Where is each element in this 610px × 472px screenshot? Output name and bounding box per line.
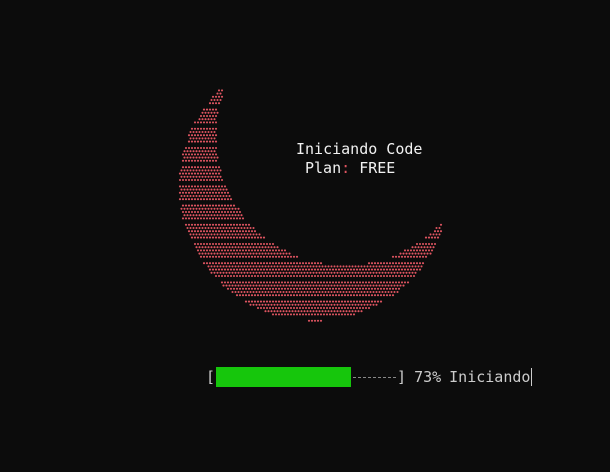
progress-bar-remaining — [353, 377, 397, 378]
progress-row: [ ] 73% Iniciando — [206, 367, 533, 387]
progress-bar-fill — [216, 367, 352, 387]
plan-label: Plan — [305, 159, 342, 177]
splash-title: Iniciando Code — [296, 140, 423, 158]
progress-open-bracket: [ — [206, 368, 216, 386]
plan-separator: : — [341, 159, 351, 177]
plan-value: FREE — [359, 159, 396, 177]
progress-bar — [216, 367, 397, 387]
crescent-logo-icon — [178, 89, 443, 322]
plan-line: Plan: FREE — [305, 159, 395, 178]
progress-status: Iniciando — [449, 368, 531, 386]
progress-close-bracket: ] — [397, 368, 407, 386]
terminal-screen: Iniciando Code Plan: FREE [ ] 73% Inicia… — [0, 0, 610, 472]
text-cursor — [531, 368, 533, 386]
progress-percent: 73% — [414, 368, 442, 386]
